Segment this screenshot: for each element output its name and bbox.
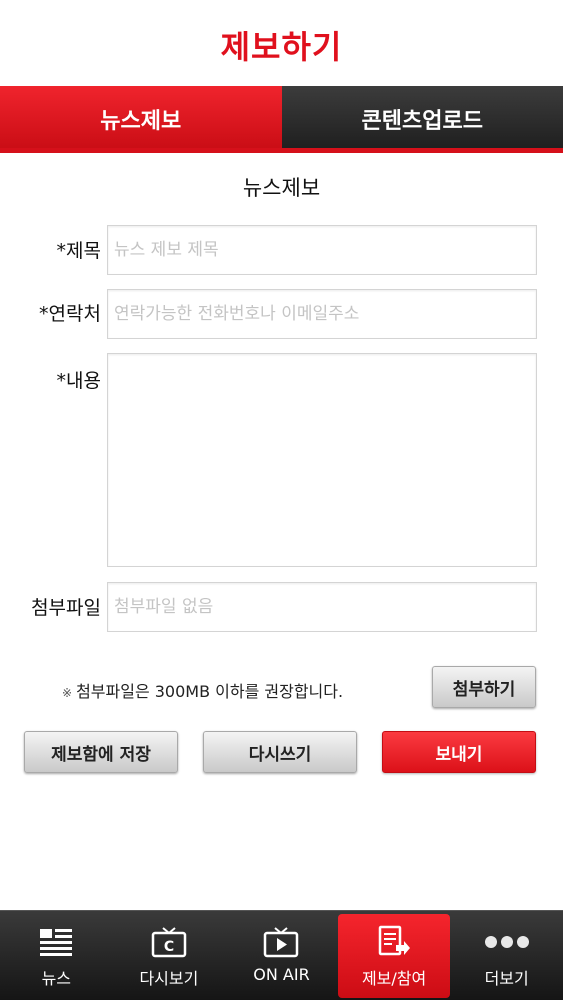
- attach-button[interactable]: 첨부하기: [432, 666, 536, 708]
- attachment-label: 첨부파일: [31, 597, 101, 619]
- more-dots-icon: [484, 925, 530, 959]
- news-list-icon: [38, 925, 74, 959]
- content-textarea[interactable]: [107, 353, 537, 567]
- svg-text:C: C: [164, 939, 174, 955]
- bottom-nav: 뉴스 C 다시보기 ON AIR 제보/참여 더보기: [0, 910, 563, 1000]
- header: 제보하기: [0, 0, 563, 86]
- nav-report[interactable]: 제보/참여: [337, 914, 451, 998]
- nav-news-label: 뉴스: [41, 969, 72, 988]
- nav-replay[interactable]: C 다시보기: [113, 911, 226, 1000]
- nav-on-air[interactable]: ON AIR: [225, 911, 338, 1000]
- nav-news[interactable]: 뉴스: [0, 911, 113, 1000]
- page-title: 제보하기: [220, 28, 343, 66]
- tab-news-report[interactable]: 뉴스제보: [0, 86, 282, 152]
- form-title: 뉴스제보: [242, 176, 321, 200]
- tab-underline: [0, 148, 563, 153]
- report-document-icon: [376, 925, 412, 959]
- nav-report-label: 제보/참여: [361, 969, 427, 988]
- tv-replay-icon: C: [150, 925, 188, 959]
- notice-mark: ※: [62, 686, 73, 700]
- subject-label: *제목: [56, 240, 101, 262]
- nav-more-label: 더보기: [484, 969, 529, 988]
- contact-input[interactable]: [107, 289, 537, 339]
- nav-replay-label: 다시보기: [139, 969, 199, 988]
- nav-more[interactable]: 더보기: [450, 911, 563, 1000]
- contact-label: *연락처: [39, 303, 101, 325]
- attachment-notice: ※ 첨부파일은 300MB 이하를 권장합니다.: [62, 678, 343, 702]
- save-to-box-button[interactable]: 제보함에 저장: [24, 731, 178, 773]
- nav-on-air-label: ON AIR: [253, 965, 310, 984]
- content-label: *내용: [56, 370, 101, 392]
- subject-input[interactable]: [107, 225, 537, 275]
- attachment-field[interactable]: [107, 582, 537, 632]
- tab-content-upload[interactable]: 콘텐츠업로드: [281, 86, 563, 152]
- tv-play-icon: [262, 925, 300, 959]
- rewrite-button[interactable]: 다시쓰기: [203, 731, 357, 773]
- send-button[interactable]: 보내기: [382, 731, 536, 773]
- tab-bar: 뉴스제보 콘텐츠업로드: [0, 86, 563, 152]
- notice-text: 첨부파일은 300MB 이하를 권장합니다.: [76, 682, 344, 701]
